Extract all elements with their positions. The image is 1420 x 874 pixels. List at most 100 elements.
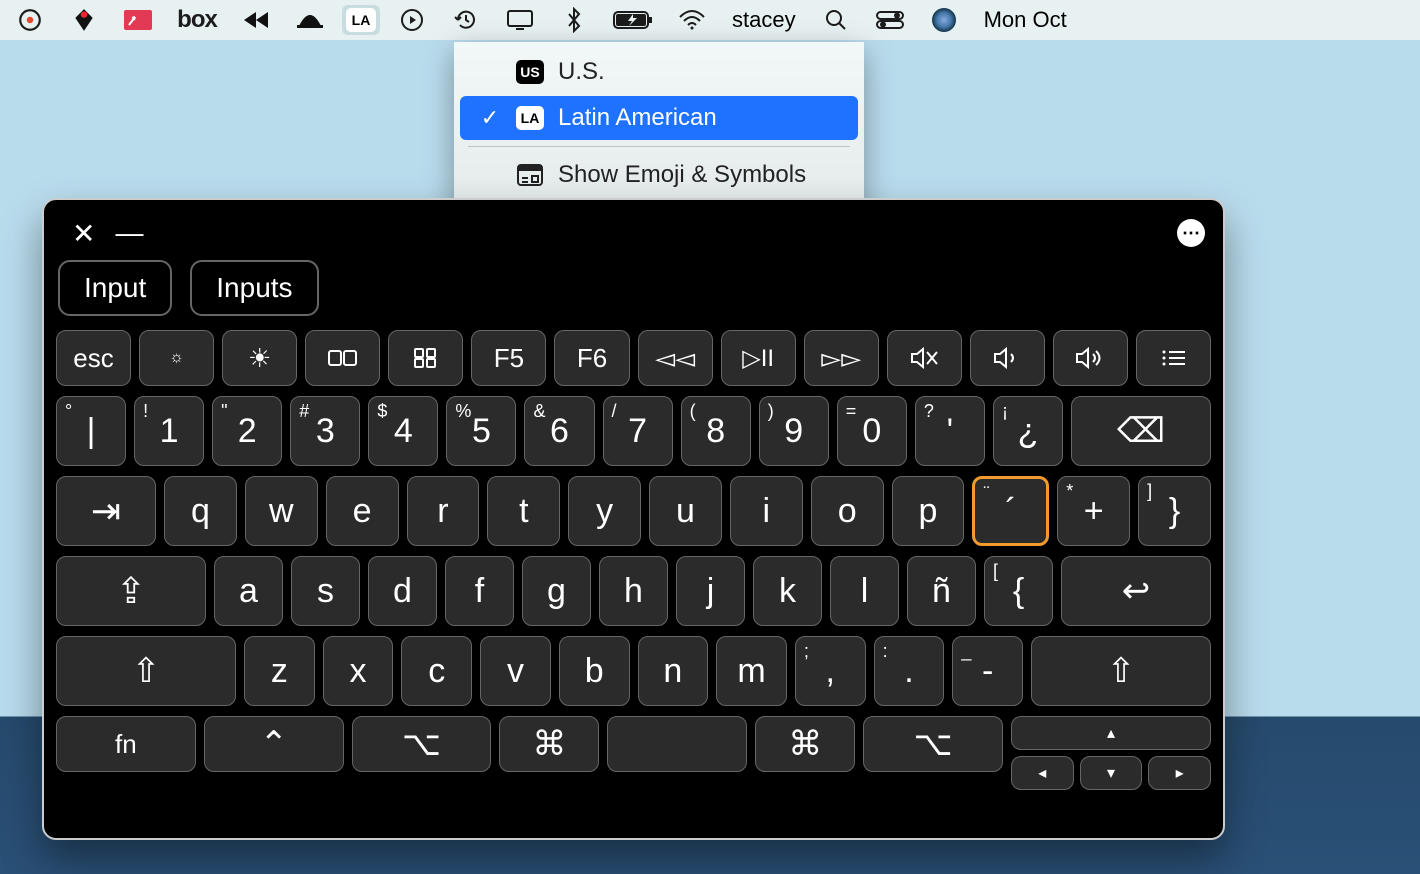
key-caps-lock[interactable]: ⇪ xyxy=(56,556,206,626)
key-list[interactable] xyxy=(1136,330,1211,386)
suggestion-2[interactable]: Inputs xyxy=(190,260,318,316)
key-f5[interactable]: F5 xyxy=(471,330,546,386)
key-rewind[interactable]: ◅◅ xyxy=(638,330,713,386)
key-volume-down[interactable] xyxy=(970,330,1045,386)
key-0[interactable]: =0 xyxy=(837,396,907,466)
suggestion-1[interactable]: Input xyxy=(58,260,172,316)
key-o[interactable]: o xyxy=(811,476,884,546)
input-source-us[interactable]: US U.S. xyxy=(460,50,858,94)
key-y[interactable]: y xyxy=(568,476,641,546)
date-time[interactable]: Mon Oct xyxy=(976,7,1075,33)
key-shift-right[interactable]: ⇧ xyxy=(1031,636,1211,706)
key-backspace[interactable]: ⌫ xyxy=(1071,396,1211,466)
key-mute[interactable] xyxy=(887,330,962,386)
key-5[interactable]: %5 xyxy=(446,396,516,466)
key-w[interactable]: w xyxy=(245,476,318,546)
key-brightness-down[interactable]: ☼ xyxy=(139,330,214,386)
key-h[interactable]: h xyxy=(599,556,668,626)
key-control[interactable]: ⌃ xyxy=(204,716,344,772)
user-name[interactable]: stacey xyxy=(724,7,804,33)
time-machine-icon[interactable] xyxy=(444,0,488,40)
key-v[interactable]: v xyxy=(480,636,551,706)
key-d[interactable]: d xyxy=(368,556,437,626)
key-x[interactable]: x xyxy=(323,636,394,706)
app-icon-5[interactable] xyxy=(234,0,278,40)
key-k[interactable]: k xyxy=(753,556,822,626)
key-}[interactable]: ]} xyxy=(1138,476,1211,546)
key-.[interactable]: :. xyxy=(874,636,945,706)
battery-icon[interactable] xyxy=(606,0,660,40)
key-4[interactable]: $4 xyxy=(368,396,438,466)
box-icon[interactable]: box xyxy=(170,0,224,40)
show-emoji-symbols[interactable]: Show Emoji & Symbols xyxy=(460,153,858,197)
key-a[interactable]: a xyxy=(214,556,283,626)
key-mission-control[interactable] xyxy=(305,330,380,386)
key-´[interactable]: ¨´ xyxy=(972,476,1049,546)
key-|[interactable]: °| xyxy=(56,396,126,466)
key-{[interactable]: [{ xyxy=(984,556,1053,626)
key-¿[interactable]: ¡¿ xyxy=(993,396,1063,466)
wifi-icon[interactable] xyxy=(670,0,714,40)
key--[interactable]: _- xyxy=(952,636,1023,706)
key-9[interactable]: )9 xyxy=(759,396,829,466)
key-n[interactable]: n xyxy=(638,636,709,706)
key-q[interactable]: q xyxy=(164,476,237,546)
key-m[interactable]: m xyxy=(716,636,787,706)
key-8[interactable]: (8 xyxy=(681,396,751,466)
key-s[interactable]: s xyxy=(291,556,360,626)
key-r[interactable]: r xyxy=(407,476,480,546)
key-p[interactable]: p xyxy=(892,476,965,546)
key-u[interactable]: u xyxy=(649,476,722,546)
key-play-pause[interactable]: ▷II xyxy=(721,330,796,386)
app-icon-1[interactable] xyxy=(8,0,52,40)
key-return[interactable]: ↩ xyxy=(1061,556,1211,626)
key-1[interactable]: !1 xyxy=(134,396,204,466)
key-option-right[interactable]: ⌥ xyxy=(863,716,1003,772)
bluetooth-icon[interactable] xyxy=(552,0,596,40)
key-j[interactable]: j xyxy=(676,556,745,626)
key-fn[interactable]: fn xyxy=(56,716,196,772)
key-i[interactable]: i xyxy=(730,476,803,546)
key-,[interactable]: ;, xyxy=(795,636,866,706)
key-f6[interactable]: F6 xyxy=(554,330,629,386)
key-command-left[interactable]: ⌘ xyxy=(499,716,599,772)
key-f[interactable]: f xyxy=(445,556,514,626)
key-arrow-down[interactable]: ▾ xyxy=(1080,756,1143,790)
close-icon[interactable]: ✕ xyxy=(62,217,105,250)
input-source-latin-american[interactable]: ✓ LA Latin American xyxy=(460,96,858,140)
spotlight-icon[interactable] xyxy=(814,0,858,40)
key-t[interactable]: t xyxy=(487,476,560,546)
key-l[interactable]: l xyxy=(830,556,899,626)
key-ñ[interactable]: ñ xyxy=(907,556,976,626)
key-g[interactable]: g xyxy=(522,556,591,626)
key-arrow-left[interactable]: ◂ xyxy=(1011,756,1074,790)
key-3[interactable]: #3 xyxy=(290,396,360,466)
key-brightness-up[interactable]: ☀ xyxy=(222,330,297,386)
app-icon-2[interactable] xyxy=(62,0,106,40)
display-icon[interactable] xyxy=(498,0,542,40)
key-option-left[interactable]: ⌥ xyxy=(352,716,492,772)
key-c[interactable]: c xyxy=(401,636,472,706)
key-tab[interactable]: ⇥ xyxy=(56,476,156,546)
minimize-icon[interactable]: — xyxy=(105,217,153,249)
key-2[interactable]: "2 xyxy=(212,396,282,466)
app-icon-3[interactable] xyxy=(116,0,160,40)
key-7[interactable]: /7 xyxy=(603,396,673,466)
key-+[interactable]: *+ xyxy=(1057,476,1130,546)
key-e[interactable]: e xyxy=(326,476,399,546)
key-shift-left[interactable]: ⇧ xyxy=(56,636,236,706)
key-arrow-right[interactable]: ▸ xyxy=(1148,756,1211,790)
hat-icon[interactable] xyxy=(288,0,332,40)
more-icon[interactable]: ⋯ xyxy=(1177,219,1205,247)
input-source-menubar[interactable]: LA xyxy=(342,5,380,35)
key-b[interactable]: b xyxy=(559,636,630,706)
key-command-right[interactable]: ⌘ xyxy=(755,716,855,772)
siri-icon[interactable] xyxy=(922,0,966,40)
control-center-icon[interactable] xyxy=(868,0,912,40)
key-volume-up[interactable] xyxy=(1053,330,1128,386)
key-esc[interactable]: esc xyxy=(56,330,131,386)
key-'[interactable]: ?' xyxy=(915,396,985,466)
key-fast-forward[interactable]: ▻▻ xyxy=(804,330,879,386)
key-z[interactable]: z xyxy=(244,636,315,706)
key-launchpad[interactable] xyxy=(388,330,463,386)
